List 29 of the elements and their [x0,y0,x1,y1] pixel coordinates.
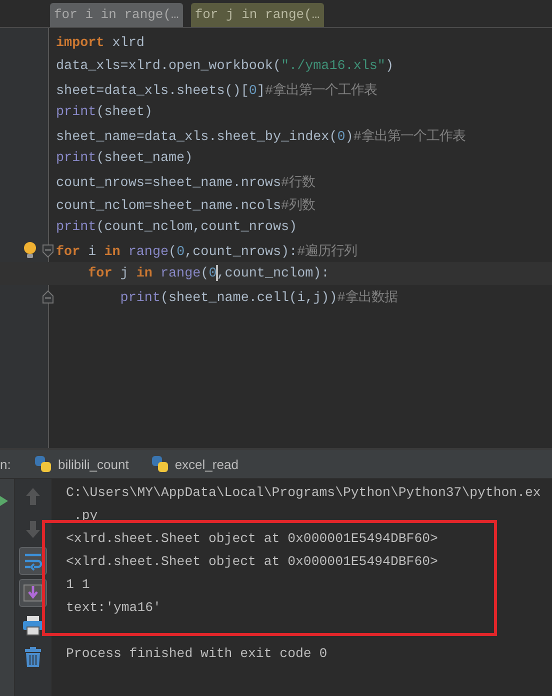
code-line: print(sheet_name.cell(i,j))#拿出数据 [119,288,398,306]
breadcrumb-chip[interactable]: for i in range(… [50,3,183,27]
code-line: for i in range(0,count_nrows):#遍历行列 [55,242,358,260]
code-line: count_nrows=sheet_name.nrows#行数 [55,174,316,190]
fold-icon[interactable] [42,290,54,304]
code-line: count_nclom=sheet_name.ncols#列数 [55,197,316,214]
console-line: <xlrd.sheet.Sheet object at 0x000001E5494DBF60> [66,530,439,548]
code-line: sheet_name=data_xls.sheet_by_index(0)#拿出第一个工作表 [55,128,466,144]
python-icon [34,455,52,473]
console-line: <xlrd.sheet.Sheet object at 0x000001E5494DBF60> [66,553,439,571]
code-line: sheet=data_xls.sheets()[0]#拿出第一个工作表 [55,82,377,98]
console-line: 1 1 [66,576,91,594]
run-icon[interactable] [0,496,8,506]
python-icon [150,455,169,473]
code-line: for j in range(0,count_nclom): [87,265,330,282]
lightbulb-icon[interactable] [22,241,38,259]
exit-message: Process finished with exit code 0 [66,645,328,663]
code-line: import xlrd [55,36,144,51]
run-tab[interactable]: excel_read [146,451,242,477]
code-line: print(sheet) [55,105,152,120]
run-tab[interactable]: bilibili_count [30,451,133,477]
breadcrumb-chip[interactable]: for j in range(… [190,3,324,27]
console-line: C:\Users\MY\AppData\Local\Programs\Python\Python37\python.ex [66,484,542,502]
panel-label: n: [0,456,12,472]
console-line: text:'yma16' [66,599,162,617]
code-line: data_xls=xlrd.open_workbook("./yma16.xls") [55,59,394,74]
fold-icon[interactable] [42,244,54,258]
code-line: print(count_nclom,count_nrows) [55,220,298,235]
code-line: print(sheet_name) [55,151,193,166]
